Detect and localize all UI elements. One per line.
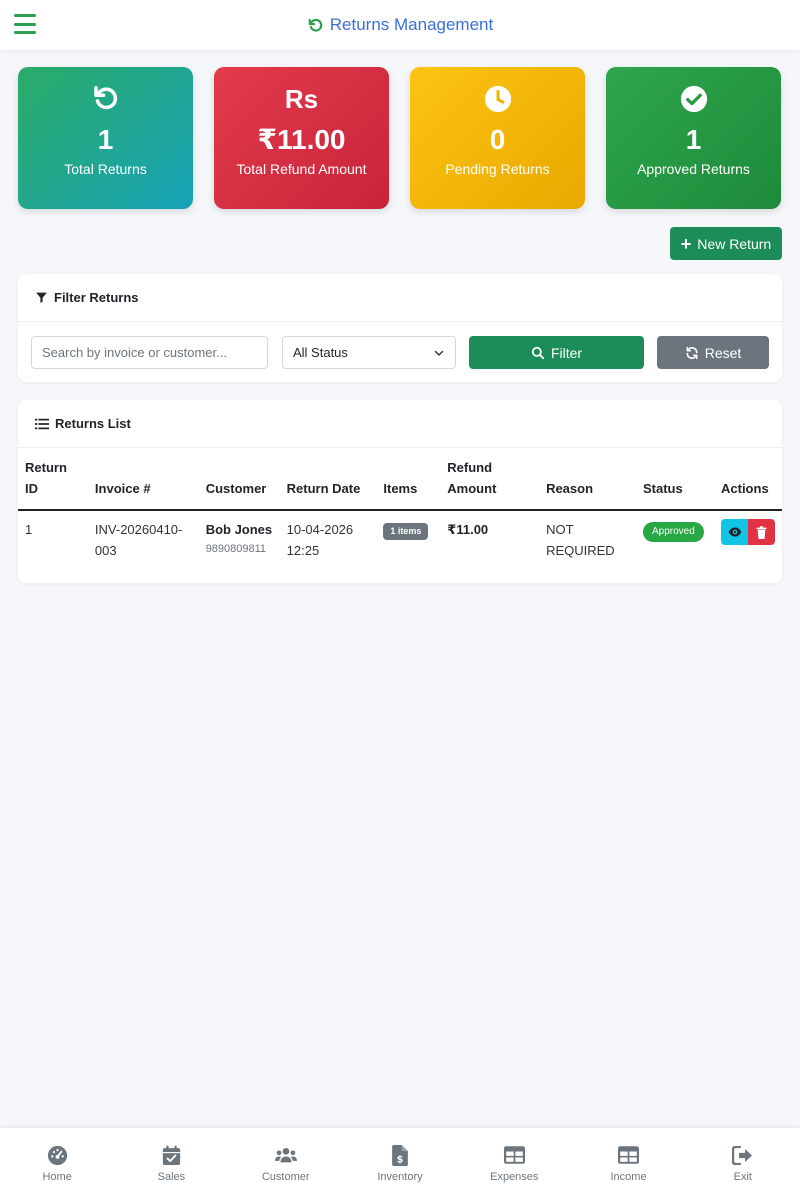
stat-card-pending: 0 Pending Returns	[410, 67, 585, 209]
undo-icon	[91, 83, 121, 115]
customer-cell: Bob Jones 9890809811	[199, 510, 280, 569]
nav-item-income[interactable]: Income	[571, 1128, 685, 1200]
status-select[interactable]: All Status	[282, 336, 456, 369]
search-input[interactable]	[31, 336, 268, 369]
view-button[interactable]	[721, 519, 748, 545]
bottom-nav: Home Sales Customer $ Inventory Expenses…	[0, 1128, 800, 1200]
column-header: Status	[635, 448, 714, 511]
delete-button[interactable]	[748, 519, 775, 545]
page-title-text: Returns Management	[329, 15, 494, 34]
new-return-label: New Return	[697, 235, 772, 252]
column-header: Reason	[539, 448, 636, 511]
nav-item-inventory[interactable]: $ Inventory	[343, 1128, 457, 1200]
dashboard-icon	[46, 1144, 68, 1166]
invoice-number: INV-20260410-003	[94, 522, 183, 558]
sync-icon	[686, 346, 698, 359]
stat-label: Total Refund Amount	[236, 161, 367, 177]
filter-panel-header: Filter Returns	[18, 274, 782, 322]
column-header: Return Date	[279, 448, 377, 511]
menu-icon[interactable]	[14, 14, 36, 34]
chevron-down-icon	[434, 350, 444, 356]
column-header: Customer	[198, 448, 280, 511]
column-header: Items	[376, 448, 441, 511]
svg-text:$: $	[397, 1154, 404, 1165]
table-icon	[618, 1144, 640, 1166]
nav-label: Income	[610, 1171, 647, 1183]
actions-cell	[714, 510, 782, 569]
table-header-row: Return ID Invoice # Customer Return Date…	[18, 448, 782, 511]
customer-name: Bob Jones	[205, 522, 273, 537]
column-header: Invoice #	[87, 448, 199, 511]
stats-cards: 1 Total Returns Rs ₹11.00 Total Refund A…	[18, 67, 782, 209]
column-header: Actions	[714, 448, 782, 511]
trash-icon	[756, 525, 767, 539]
items-cell: 1 items	[376, 510, 440, 569]
stat-card-total-returns: 1 Total Returns	[18, 67, 193, 209]
status-select-value: All Status	[293, 345, 348, 360]
table-row: 1 INV-20260410-003 Bob Jones 9890809811 …	[18, 510, 782, 569]
stat-value: 1	[685, 124, 702, 155]
reset-button-label: Reset	[704, 344, 742, 361]
nav-item-sales[interactable]: Sales	[114, 1128, 228, 1200]
filter-button[interactable]: Filter	[469, 336, 644, 369]
check-circle-icon	[679, 83, 709, 115]
app-header: Returns Management	[0, 0, 800, 50]
nav-item-exit[interactable]: Exit	[686, 1128, 800, 1200]
items-badge: 1 items	[383, 523, 429, 540]
column-header: Refund Amount	[440, 448, 540, 511]
nav-item-expenses[interactable]: Expenses	[457, 1128, 571, 1200]
file-dollar-icon: $	[389, 1144, 411, 1166]
stat-card-total-refund: Rs ₹11.00 Total Refund Amount	[214, 67, 389, 209]
new-return-button[interactable]: + New Return	[670, 227, 782, 260]
refund-amount: ₹11.00	[447, 522, 489, 537]
stat-label: Pending Returns	[445, 161, 550, 177]
nav-label: Customer	[261, 1171, 310, 1183]
column-header: Return ID	[18, 448, 88, 511]
nav-item-home[interactable]: Home	[0, 1128, 114, 1200]
users-icon	[274, 1144, 297, 1166]
nav-item-customer[interactable]: Customer	[229, 1128, 343, 1200]
filter-panel: Filter Returns All Status Filter Reset	[18, 274, 782, 382]
stat-value: 1	[97, 124, 114, 155]
return-date: 10-04-2026 12:25	[286, 522, 354, 558]
stat-label: Approved Returns	[637, 161, 750, 177]
returns-list-panel: Returns List Return ID Invoice # Custome…	[18, 400, 782, 583]
stat-card-approved: 1 Approved Returns	[606, 67, 781, 209]
filter-icon	[36, 292, 47, 303]
undo-icon	[308, 18, 323, 32]
returns-table: Return ID Invoice # Customer Return Date…	[18, 448, 782, 569]
eye-icon	[728, 527, 741, 537]
search-icon	[531, 346, 545, 359]
filter-panel-title: Filter Returns	[54, 290, 139, 305]
table-icon	[503, 1144, 525, 1166]
customer-phone: 9890809811	[205, 543, 267, 555]
rupee-icon: Rs	[284, 83, 319, 114]
nav-label: Expenses	[490, 1171, 539, 1183]
calendar-check-icon	[160, 1144, 182, 1166]
nav-label: Home	[42, 1171, 72, 1183]
list-icon	[35, 418, 49, 429]
stat-label: Total Returns	[64, 161, 147, 177]
reset-button[interactable]: Reset	[657, 336, 769, 369]
stat-value: ₹11.00	[257, 124, 346, 155]
stat-value: 0	[489, 124, 506, 155]
clock-icon	[483, 83, 513, 115]
status-badge: Approved	[642, 522, 704, 542]
nav-label: Inventory	[377, 1171, 423, 1183]
returns-list-header: Returns List	[18, 400, 782, 448]
reason: NOT REQUIRED	[546, 522, 615, 558]
returns-list-title: Returns List	[55, 416, 131, 431]
nav-label: Exit	[733, 1171, 752, 1183]
nav-label: Sales	[157, 1171, 186, 1183]
status-cell: Approved	[636, 510, 714, 569]
plus-icon: +	[680, 233, 692, 254]
return-id: 1	[25, 522, 33, 537]
filter-button-label: Filter	[550, 344, 583, 361]
page-title: Returns Management	[307, 15, 493, 35]
sign-out-icon	[732, 1144, 754, 1166]
